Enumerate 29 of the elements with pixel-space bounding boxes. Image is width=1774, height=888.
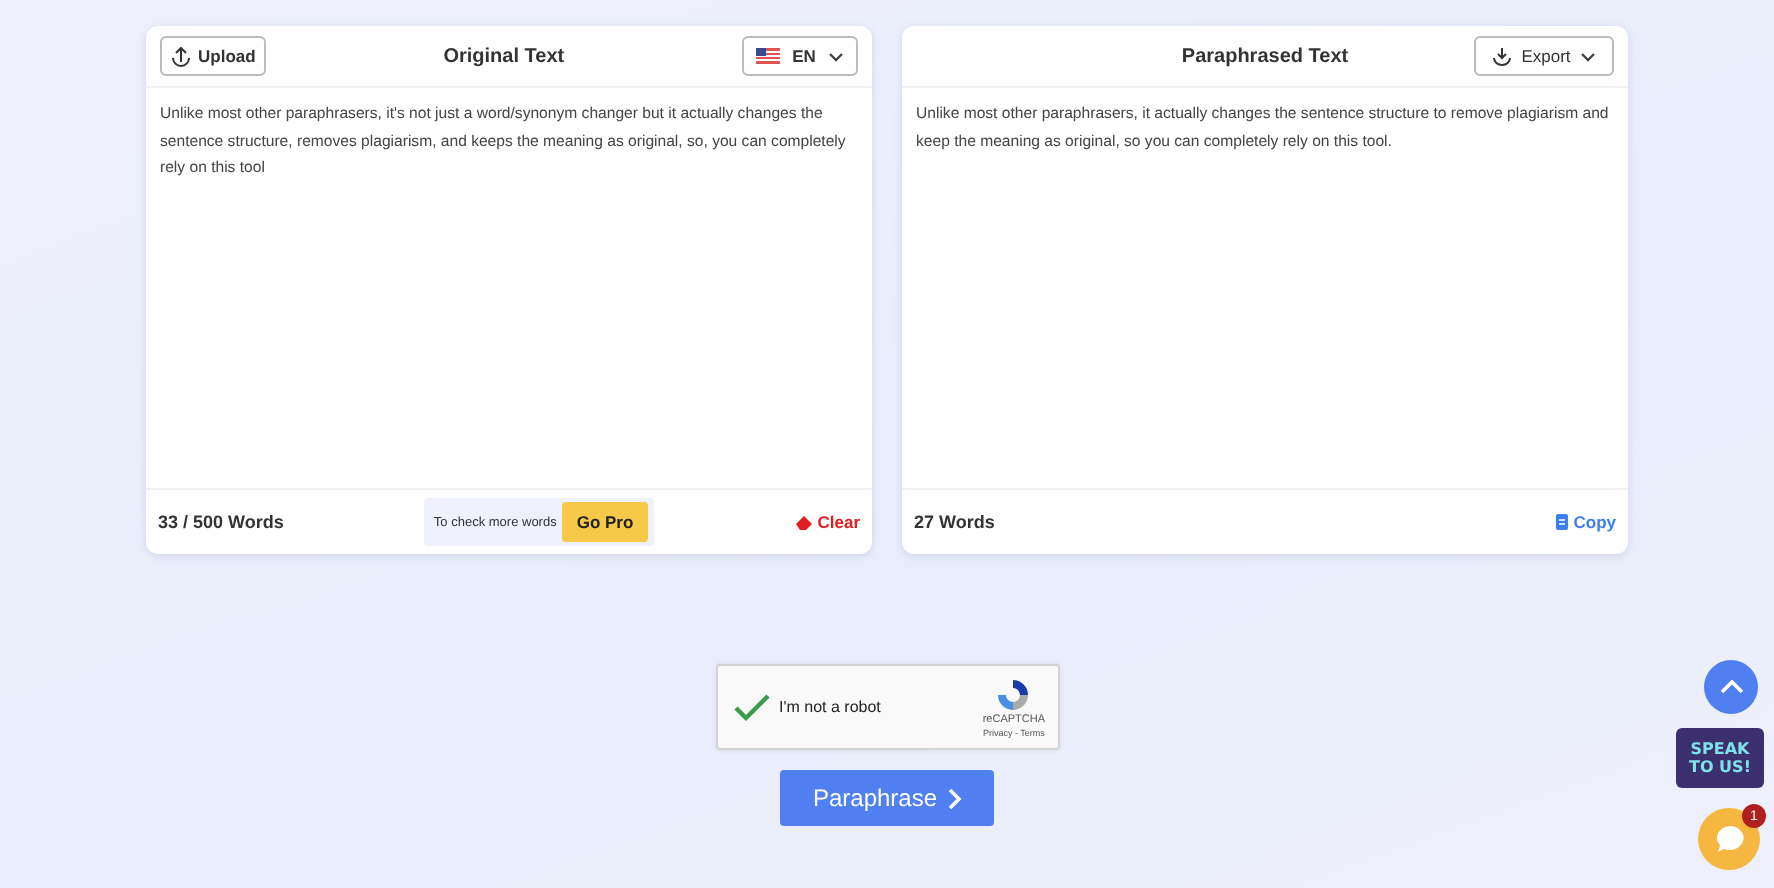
checkmark-icon[interactable] [733, 693, 769, 721]
scroll-to-top-button[interactable] [1704, 660, 1758, 714]
chevron-right-icon [947, 787, 962, 809]
document-icon [1553, 512, 1570, 532]
go-pro-button[interactable]: Go Pro [562, 502, 648, 542]
speak-to-us-badge[interactable]: SPEAK TO US! [1676, 728, 1764, 788]
paraphrase-button[interactable]: Paraphrase [780, 770, 994, 826]
language-dropdown[interactable]: EN [741, 36, 858, 76]
word-count: 33 / 500 Words [158, 512, 284, 532]
export-dropdown[interactable]: Export [1474, 36, 1614, 76]
captcha-label: I'm not a robot [779, 698, 883, 716]
upload-icon [170, 45, 192, 67]
word-count: 27 Words [914, 512, 995, 532]
chevron-down-icon [1580, 51, 1597, 61]
chat-button[interactable] [1698, 808, 1760, 870]
copy-button[interactable]: Copy [1553, 512, 1616, 532]
clear-button[interactable]: Clear [793, 512, 860, 532]
flag-icon [756, 48, 781, 64]
badge-text: TO US! [1689, 758, 1751, 776]
panel-title: Paraphrased Text [1181, 45, 1349, 67]
download-icon [1491, 46, 1512, 66]
eraser-icon [793, 513, 814, 531]
chevron-up-icon [1719, 680, 1743, 694]
panel-title: Original Text [443, 45, 565, 67]
badge-text: SPEAK [1690, 740, 1750, 758]
upload-button[interactable]: Upload [160, 36, 266, 76]
chevron-down-icon [827, 51, 844, 61]
captcha-logo-icon [996, 677, 1031, 711]
chat-bubble-icon [1713, 824, 1745, 854]
